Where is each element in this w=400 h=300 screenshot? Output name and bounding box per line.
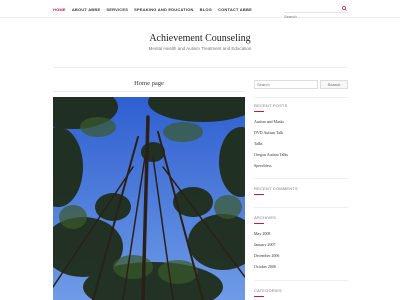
title-divider bbox=[53, 91, 245, 92]
archive-link[interactable]: May 2008 bbox=[254, 231, 270, 236]
widget-divider bbox=[254, 280, 348, 281]
recent-post-link[interactable]: Speechless bbox=[254, 163, 272, 168]
site-title[interactable]: Achievement Counseling bbox=[0, 33, 400, 44]
recent-post-link[interactable]: DVD Autism Talk bbox=[254, 130, 283, 135]
nav-speaking-education[interactable]: SPEAKING AND EDUCATION bbox=[134, 7, 194, 12]
main-nav: HOME ABOUT ABBE SERVICES SPEAKING AND ED… bbox=[53, 7, 258, 12]
nav-contact-abbe[interactable]: CONTACT ABBE bbox=[218, 7, 252, 12]
archives-underline bbox=[254, 223, 264, 224]
search-icon[interactable] bbox=[342, 6, 347, 11]
site-tagline: Mental Health and Autism Treatment and E… bbox=[148, 46, 252, 51]
widget-divider bbox=[254, 178, 348, 179]
archive-link[interactable]: October 2006 bbox=[254, 264, 276, 269]
widget-divider bbox=[254, 97, 348, 98]
recent-post-link[interactable]: Autism and Masks bbox=[254, 119, 284, 124]
widget-divider bbox=[254, 207, 348, 208]
page-title: Home page bbox=[134, 80, 164, 87]
sidebar-search-button[interactable]: Search bbox=[320, 80, 348, 89]
header-search-input[interactable] bbox=[284, 14, 338, 19]
top-bar: HOME ABOUT ABBE SERVICES SPEAKING AND ED… bbox=[0, 0, 400, 19]
hero-image-trees bbox=[53, 97, 245, 300]
nav-home[interactable]: HOME bbox=[53, 7, 66, 12]
recent-posts-underline bbox=[254, 111, 264, 112]
archive-link[interactable]: December 2006 bbox=[254, 253, 279, 258]
recent-post-link[interactable]: Oregon Autism Talks bbox=[254, 152, 288, 157]
nav-blog[interactable]: BLOG bbox=[200, 7, 212, 12]
header-divider bbox=[53, 67, 348, 68]
categories-underline bbox=[254, 296, 264, 297]
archives-title: ARCHIVES bbox=[254, 215, 277, 220]
nav-about-abbe[interactable]: ABOUT ABBE bbox=[72, 7, 101, 12]
nav-services[interactable]: SERVICES bbox=[106, 7, 128, 12]
recent-posts-title: RECENT POSTS bbox=[254, 103, 288, 108]
recent-comments-title: RECENT COMMENTS bbox=[254, 186, 298, 191]
sidebar-search-input[interactable] bbox=[254, 80, 318, 89]
archive-link[interactable]: January 2007 bbox=[254, 242, 275, 247]
header-search bbox=[284, 5, 348, 19]
categories-title: CATEGORIES bbox=[254, 288, 282, 293]
recent-comments-underline bbox=[254, 194, 264, 195]
sidebar-search: Search bbox=[254, 80, 348, 89]
recent-post-link[interactable]: Talks bbox=[254, 141, 263, 146]
